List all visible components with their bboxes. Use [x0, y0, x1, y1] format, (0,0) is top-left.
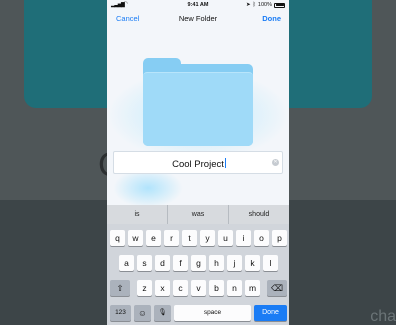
microphone-key-icon[interactable]: 🎙 [154, 305, 171, 321]
key-a[interactable]: a [119, 255, 134, 271]
bluetooth-icon: ᛒ [252, 2, 256, 8]
folder-name-input[interactable]: Cool Project ✕ [113, 151, 283, 174]
key-f[interactable]: f [173, 255, 188, 271]
key-s[interactable]: s [137, 255, 152, 271]
keyboard: is was should q w e r t y u i o p a s d f g h j k l ⇧ z x c v b n… [107, 205, 289, 325]
clear-text-icon[interactable]: ✕ [272, 159, 279, 166]
suggestion-2[interactable]: was [167, 205, 228, 224]
key-p[interactable]: p [272, 230, 287, 246]
key-b[interactable]: b [209, 280, 224, 296]
key-o[interactable]: o [254, 230, 269, 246]
suggestion-1[interactable]: is [107, 205, 167, 224]
folder-name-text: Cool Project [114, 158, 284, 170]
space-key[interactable]: space [174, 305, 251, 321]
status-right: ➤ ᛒ 100% [246, 2, 285, 8]
new-folder-screen: ▂▃▅▇ ◠ 9:41 AM ➤ ᛒ 100% Cancel New Folde… [107, 0, 289, 325]
field-glow [113, 168, 183, 208]
key-q[interactable]: q [110, 230, 125, 246]
location-arrow-icon: ➤ [246, 2, 251, 8]
battery-icon [274, 2, 285, 8]
delete-key-icon[interactable]: ⌫ [267, 280, 287, 296]
key-v[interactable]: v [191, 280, 206, 296]
status-bar: ▂▃▅▇ ◠ 9:41 AM ➤ ᛒ 100% [107, 0, 289, 10]
key-c[interactable]: c [173, 280, 188, 296]
key-n[interactable]: n [227, 280, 242, 296]
key-y[interactable]: y [200, 230, 215, 246]
numbers-key[interactable]: 123 [110, 305, 131, 321]
key-x[interactable]: x [155, 280, 170, 296]
key-j[interactable]: j [227, 255, 242, 271]
keyboard-done-key[interactable]: Done [254, 305, 287, 321]
done-button[interactable]: Done [262, 14, 281, 23]
battery-percent: 100% [257, 2, 272, 8]
key-z[interactable]: z [137, 280, 152, 296]
key-i[interactable]: i [236, 230, 251, 246]
key-t[interactable]: t [182, 230, 197, 246]
suggestion-bar: is was should [107, 205, 289, 224]
background-app-bottom-text: cha [370, 308, 396, 325]
key-g[interactable]: g [191, 255, 206, 271]
navigation-bar: Cancel New Folder Done [107, 12, 289, 26]
shift-key-icon[interactable]: ⇧ [110, 280, 130, 296]
key-m[interactable]: m [245, 280, 260, 296]
key-e[interactable]: e [146, 230, 161, 246]
key-k[interactable]: k [245, 255, 260, 271]
key-w[interactable]: w [128, 230, 143, 246]
key-u[interactable]: u [218, 230, 233, 246]
text-cursor [224, 158, 226, 168]
key-d[interactable]: d [155, 255, 170, 271]
key-l[interactable]: l [263, 255, 278, 271]
folder-name-value: Cool Project [172, 159, 224, 170]
emoji-key-icon[interactable]: ☺ [134, 305, 151, 321]
key-h[interactable]: h [209, 255, 224, 271]
key-r[interactable]: r [164, 230, 179, 246]
suggestion-3[interactable]: should [228, 205, 289, 224]
folder-icon [143, 58, 253, 146]
